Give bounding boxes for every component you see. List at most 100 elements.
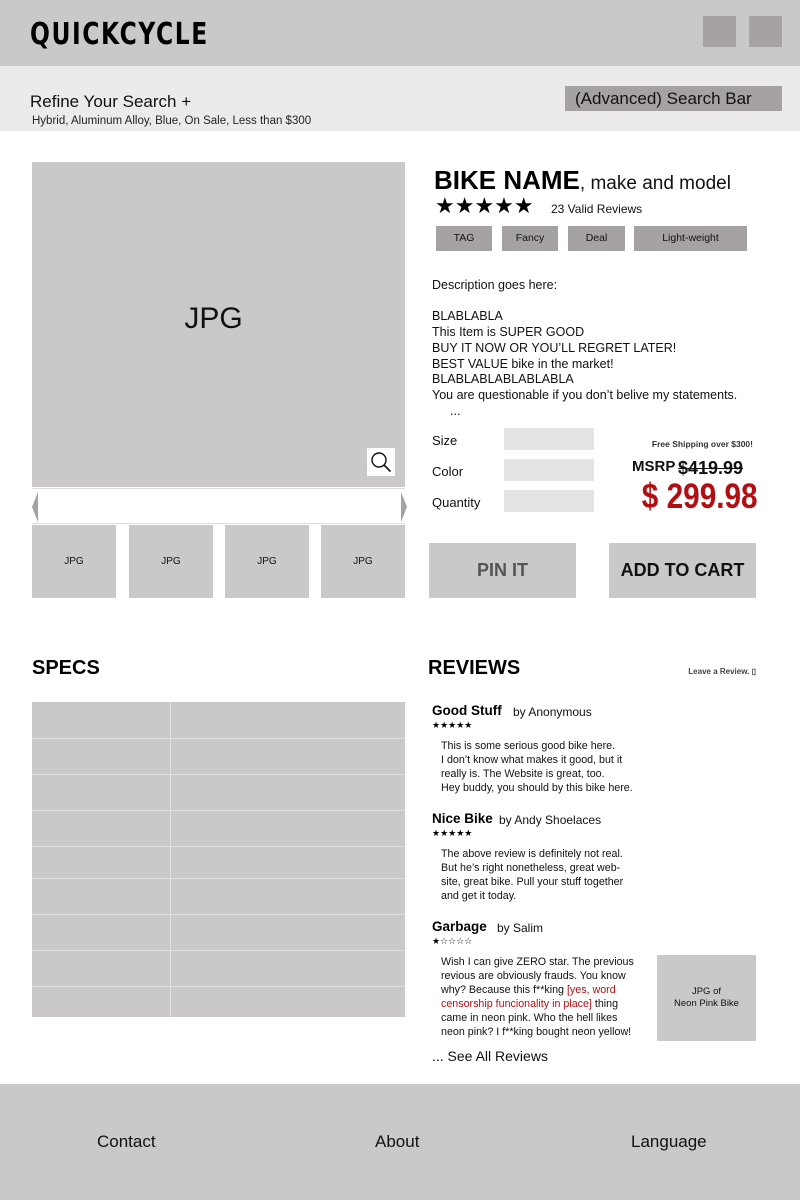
specs-row-divider [32, 878, 405, 879]
specs-row-divider [32, 810, 405, 811]
carousel-next-arrow-icon[interactable] [399, 492, 407, 522]
advanced-search-bar[interactable]: (Advanced) Search Bar [565, 86, 782, 111]
review-title: Nice Bike [432, 811, 493, 826]
review-line: censorship funcionality in place] thing [441, 997, 634, 1011]
description-line: This Item is SUPER GOOD [432, 325, 585, 340]
specs-row-divider [32, 950, 405, 951]
review-line: why? Because this f**king [yes, word [441, 983, 634, 997]
product-main-image[interactable]: JPG [32, 162, 405, 487]
review-text: thing [591, 998, 619, 1010]
thumbnail-4[interactable]: JPG [321, 525, 405, 598]
header-icon-button-2[interactable] [749, 16, 782, 47]
reviews-count-link[interactable]: 23 Valid Reviews [551, 202, 642, 216]
footer-contact-link[interactable]: Contact [97, 1132, 156, 1152]
header-bar: QUICKCYCLE [0, 0, 800, 66]
description-line: BLABLABLABLABLABLA [432, 372, 574, 387]
review-title: Garbage [432, 919, 487, 934]
zoom-button[interactable] [367, 448, 395, 476]
specs-row-divider [32, 738, 405, 739]
refine-search-bar: Refine Your Search + Hybrid, Aluminum Al… [0, 66, 800, 131]
footer-about-link[interactable]: About [375, 1132, 419, 1152]
review-line: and get it today. [441, 890, 517, 902]
carousel-prev-arrow-icon[interactable] [32, 492, 40, 522]
description-line: BLABLABLA [432, 309, 503, 324]
msrp-value: $419.99 [678, 458, 744, 478]
footer-language-link[interactable]: Language [631, 1132, 707, 1152]
thumbnail-3[interactable]: JPG [225, 525, 309, 598]
header-icon-button-1[interactable] [703, 16, 736, 47]
product-subtitle: , make and model [579, 173, 731, 194]
see-all-reviews-link[interactable]: ... See All Reviews [432, 1048, 548, 1064]
review-line: The above review is definitely not real. [441, 848, 623, 860]
product-description: Description goes here: BLABLABLA This It… [432, 278, 737, 419]
main-image-label: JPG [184, 302, 243, 335]
review-body: This is some serious good bike here. I d… [441, 739, 633, 795]
description-heading: Description goes here: [432, 278, 558, 292]
review-line: Wish I can give ZERO star. The previous [441, 956, 634, 968]
thumbnail-carousel [32, 488, 405, 524]
tag-chip[interactable]: TAG [436, 226, 492, 251]
review-line: I don’t know what makes it good, but it [441, 754, 623, 766]
size-label: Size [432, 433, 458, 448]
thumbnail-1[interactable]: JPG [32, 525, 116, 598]
product-rating-stars: ★★★★★ [435, 194, 534, 219]
review-line: came in neon pink. Who the hell likes [441, 1012, 618, 1024]
shipping-note: Free Shipping over $300! [651, 439, 753, 449]
review-title: Good Stuff [432, 703, 502, 718]
review-line: really is. The Website is great, too. [441, 768, 605, 780]
color-label: Color [432, 464, 464, 479]
review-stars: ★☆☆☆☆ [432, 937, 473, 947]
description-more[interactable]: ... [432, 404, 737, 420]
specs-row-divider [32, 774, 405, 775]
review-line: site, great bike. Pull your stuff togeth… [441, 876, 624, 888]
review-author: by Anonymous [513, 705, 592, 719]
size-select[interactable] [504, 428, 594, 450]
description-line: BUY IT NOW OR YOU’LL REGRET LATER! [432, 340, 677, 355]
review-line: This is some serious good bike here. [441, 740, 616, 752]
thumbnail-label: JPG [353, 556, 373, 567]
active-filters: Hybrid, Aluminum Alloy, Blue, On Sale, L… [32, 115, 312, 127]
thumbnail-2[interactable]: JPG [129, 525, 213, 598]
thumbnail-label: JPG [64, 556, 84, 567]
site-logo[interactable]: QUICKCYCLE [30, 17, 209, 52]
review-line: Hey buddy, you should by this bike here. [441, 782, 633, 794]
review-stars: ★★★★★ [432, 829, 473, 839]
specs-column-divider [170, 702, 171, 1017]
magnifier-icon [371, 452, 392, 473]
specs-row-divider [32, 914, 405, 915]
review-author: by Andy Shoelaces [499, 813, 602, 827]
review-author: by Salim [497, 921, 544, 935]
specs-row-divider [32, 846, 405, 847]
product-name: BIKE NAME [434, 165, 580, 195]
tag-chip-deal[interactable]: Deal [568, 226, 625, 251]
review-body: Wish I can give ZERO star. The previous … [441, 955, 634, 1039]
review-image[interactable]: JPG of Neon Pink Bike [657, 955, 756, 1041]
description-line: BEST VALUE bike in the market! [432, 356, 614, 371]
quantity-input[interactable] [504, 490, 594, 512]
reviews-heading: REVIEWS [428, 657, 521, 679]
sale-price: $ 299.98 [641, 477, 758, 516]
pin-it-button[interactable]: PIN IT [429, 543, 576, 598]
refine-search-toggle[interactable]: Refine Your Search + [30, 92, 191, 112]
specs-table [32, 702, 405, 1017]
footer: Contact About Language [0, 1084, 800, 1200]
tag-chip-light-weight[interactable]: Light-weight [634, 226, 747, 251]
description-line: You are questionable if you don’t belive… [432, 387, 738, 402]
color-select[interactable] [504, 459, 594, 481]
review-line: But he’s right nonetheless, great web- [441, 862, 621, 874]
add-to-cart-button[interactable]: ADD TO CART [609, 543, 756, 598]
review-image-label: JPG of [691, 986, 722, 997]
leave-review-link[interactable]: Leave a Review. ▯ [640, 667, 756, 676]
review-stars: ★★★★★ [432, 721, 473, 731]
thumbnail-label: JPG [257, 556, 277, 567]
review-text: why? Because this f**king [441, 984, 567, 996]
censored-text: censorship funcionality in place] [441, 998, 592, 1010]
tag-chip-fancy[interactable]: Fancy [502, 226, 558, 251]
review-line: revious are obviously frauds. You know [441, 970, 626, 982]
review-image-label: Neon Pink Bike [674, 998, 739, 1009]
review-body: The above review is definitely not real.… [441, 847, 623, 903]
review-line: neon pink? I f**king bought neon yellow! [441, 1026, 632, 1038]
product-title: BIKE NAME, make and model [434, 165, 731, 196]
quantity-label: Quantity [432, 495, 481, 510]
specs-row-divider [32, 986, 405, 987]
